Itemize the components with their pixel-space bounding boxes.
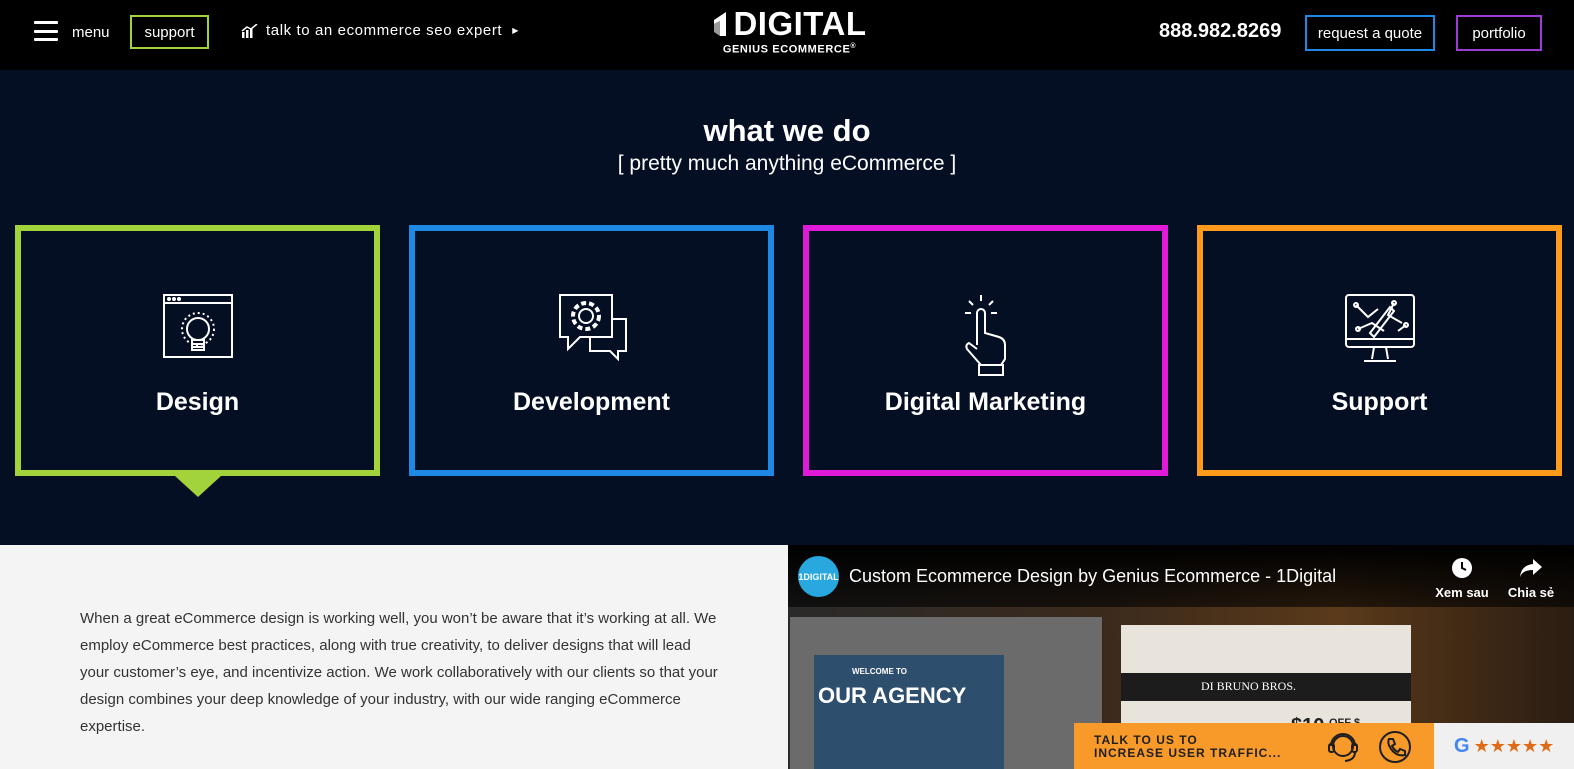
request-quote-button[interactable]: request a quote — [1305, 15, 1435, 51]
lightbulb-window-icon — [162, 293, 234, 366]
top-navigation-bar: menu support talk to an ecommerce seo ex… — [0, 0, 1574, 70]
phone-icon[interactable] — [1378, 730, 1412, 764]
service-card-digital-marketing[interactable]: Digital Marketing — [803, 225, 1168, 476]
logo[interactable]: DIGITAL GENIUS ECOMMERCE® — [712, 5, 867, 56]
chart-growth-icon — [241, 23, 258, 38]
share-arrow-icon — [1520, 559, 1542, 577]
service-label: Support — [1331, 388, 1428, 416]
video-frame-screen-left: WELCOME TO OUR AGENCY — [790, 617, 1102, 769]
frame-text-big: OUR AGENCY — [818, 683, 967, 708]
service-label: Design — [155, 388, 240, 416]
gear-chat-icon — [556, 293, 628, 366]
support-button[interactable]: support — [130, 15, 209, 49]
frame-text-small: WELCOME TO — [852, 667, 907, 676]
section-title: what we do — [703, 113, 871, 148]
service-label: Digital Marketing — [884, 388, 1087, 416]
service-card-support[interactable]: Support — [1197, 225, 1562, 476]
caret-right-icon: ▶ — [512, 26, 519, 35]
contact-cta-bar[interactable]: TALK TO US TO INCREASE USER TRAFFIC... — [1074, 723, 1434, 769]
cta-line-2: INCREASE USER TRAFFIC... — [1094, 746, 1282, 760]
menu-label: menu — [72, 24, 110, 41]
share-label: Chia sẻ — [1507, 585, 1555, 600]
service-description-panel: When a great eCommerce design is working… — [0, 545, 788, 769]
phone-number[interactable]: 888.982.8269 — [1159, 20, 1281, 43]
share-button[interactable]: Chia sẻ — [1501, 557, 1561, 600]
watch-later-label: Xem sau — [1435, 585, 1489, 600]
video-title[interactable]: Custom Ecommerce Design by Genius Ecomme… — [849, 566, 1336, 587]
service-label: Development — [513, 388, 670, 416]
service-description: When a great eCommerce design is working… — [80, 610, 718, 735]
service-card-development[interactable]: Development — [409, 225, 774, 476]
menu-button[interactable]: menu — [34, 21, 110, 41]
headset-icon[interactable] — [1326, 730, 1360, 764]
seo-expert-label: talk to an ecommerce seo expert — [266, 22, 503, 39]
frame-brand: DI BRUNO BROS. — [1201, 679, 1297, 693]
tap-hand-icon — [961, 293, 1011, 382]
hamburger-icon — [34, 21, 58, 41]
seo-expert-link[interactable]: talk to an ecommerce seo expert ▶ — [241, 22, 519, 39]
monitor-circuit-icon — [1344, 293, 1416, 370]
star-rating: ★★★★★ — [1473, 735, 1555, 756]
active-card-pointer — [175, 476, 221, 497]
channel-avatar[interactable]: 1DIGITAL — [798, 556, 839, 597]
google-icon: G — [1454, 734, 1470, 757]
clock-icon — [1452, 558, 1472, 578]
google-rating-badge[interactable]: G ★★★★★ — [1434, 723, 1574, 769]
watch-later-button[interactable]: Xem sau — [1432, 557, 1492, 600]
logo-mark-icon — [714, 12, 727, 36]
registered-mark: ® — [850, 43, 857, 50]
portfolio-button[interactable]: portfolio — [1456, 15, 1542, 51]
service-card-design[interactable]: Design — [15, 225, 380, 476]
logo-text: DIGITAL — [733, 5, 867, 42]
section-subtitle: [ pretty much anything eCommerce ] — [617, 152, 957, 175]
logo-tagline: GENIUS ECOMMERCE — [722, 43, 851, 56]
